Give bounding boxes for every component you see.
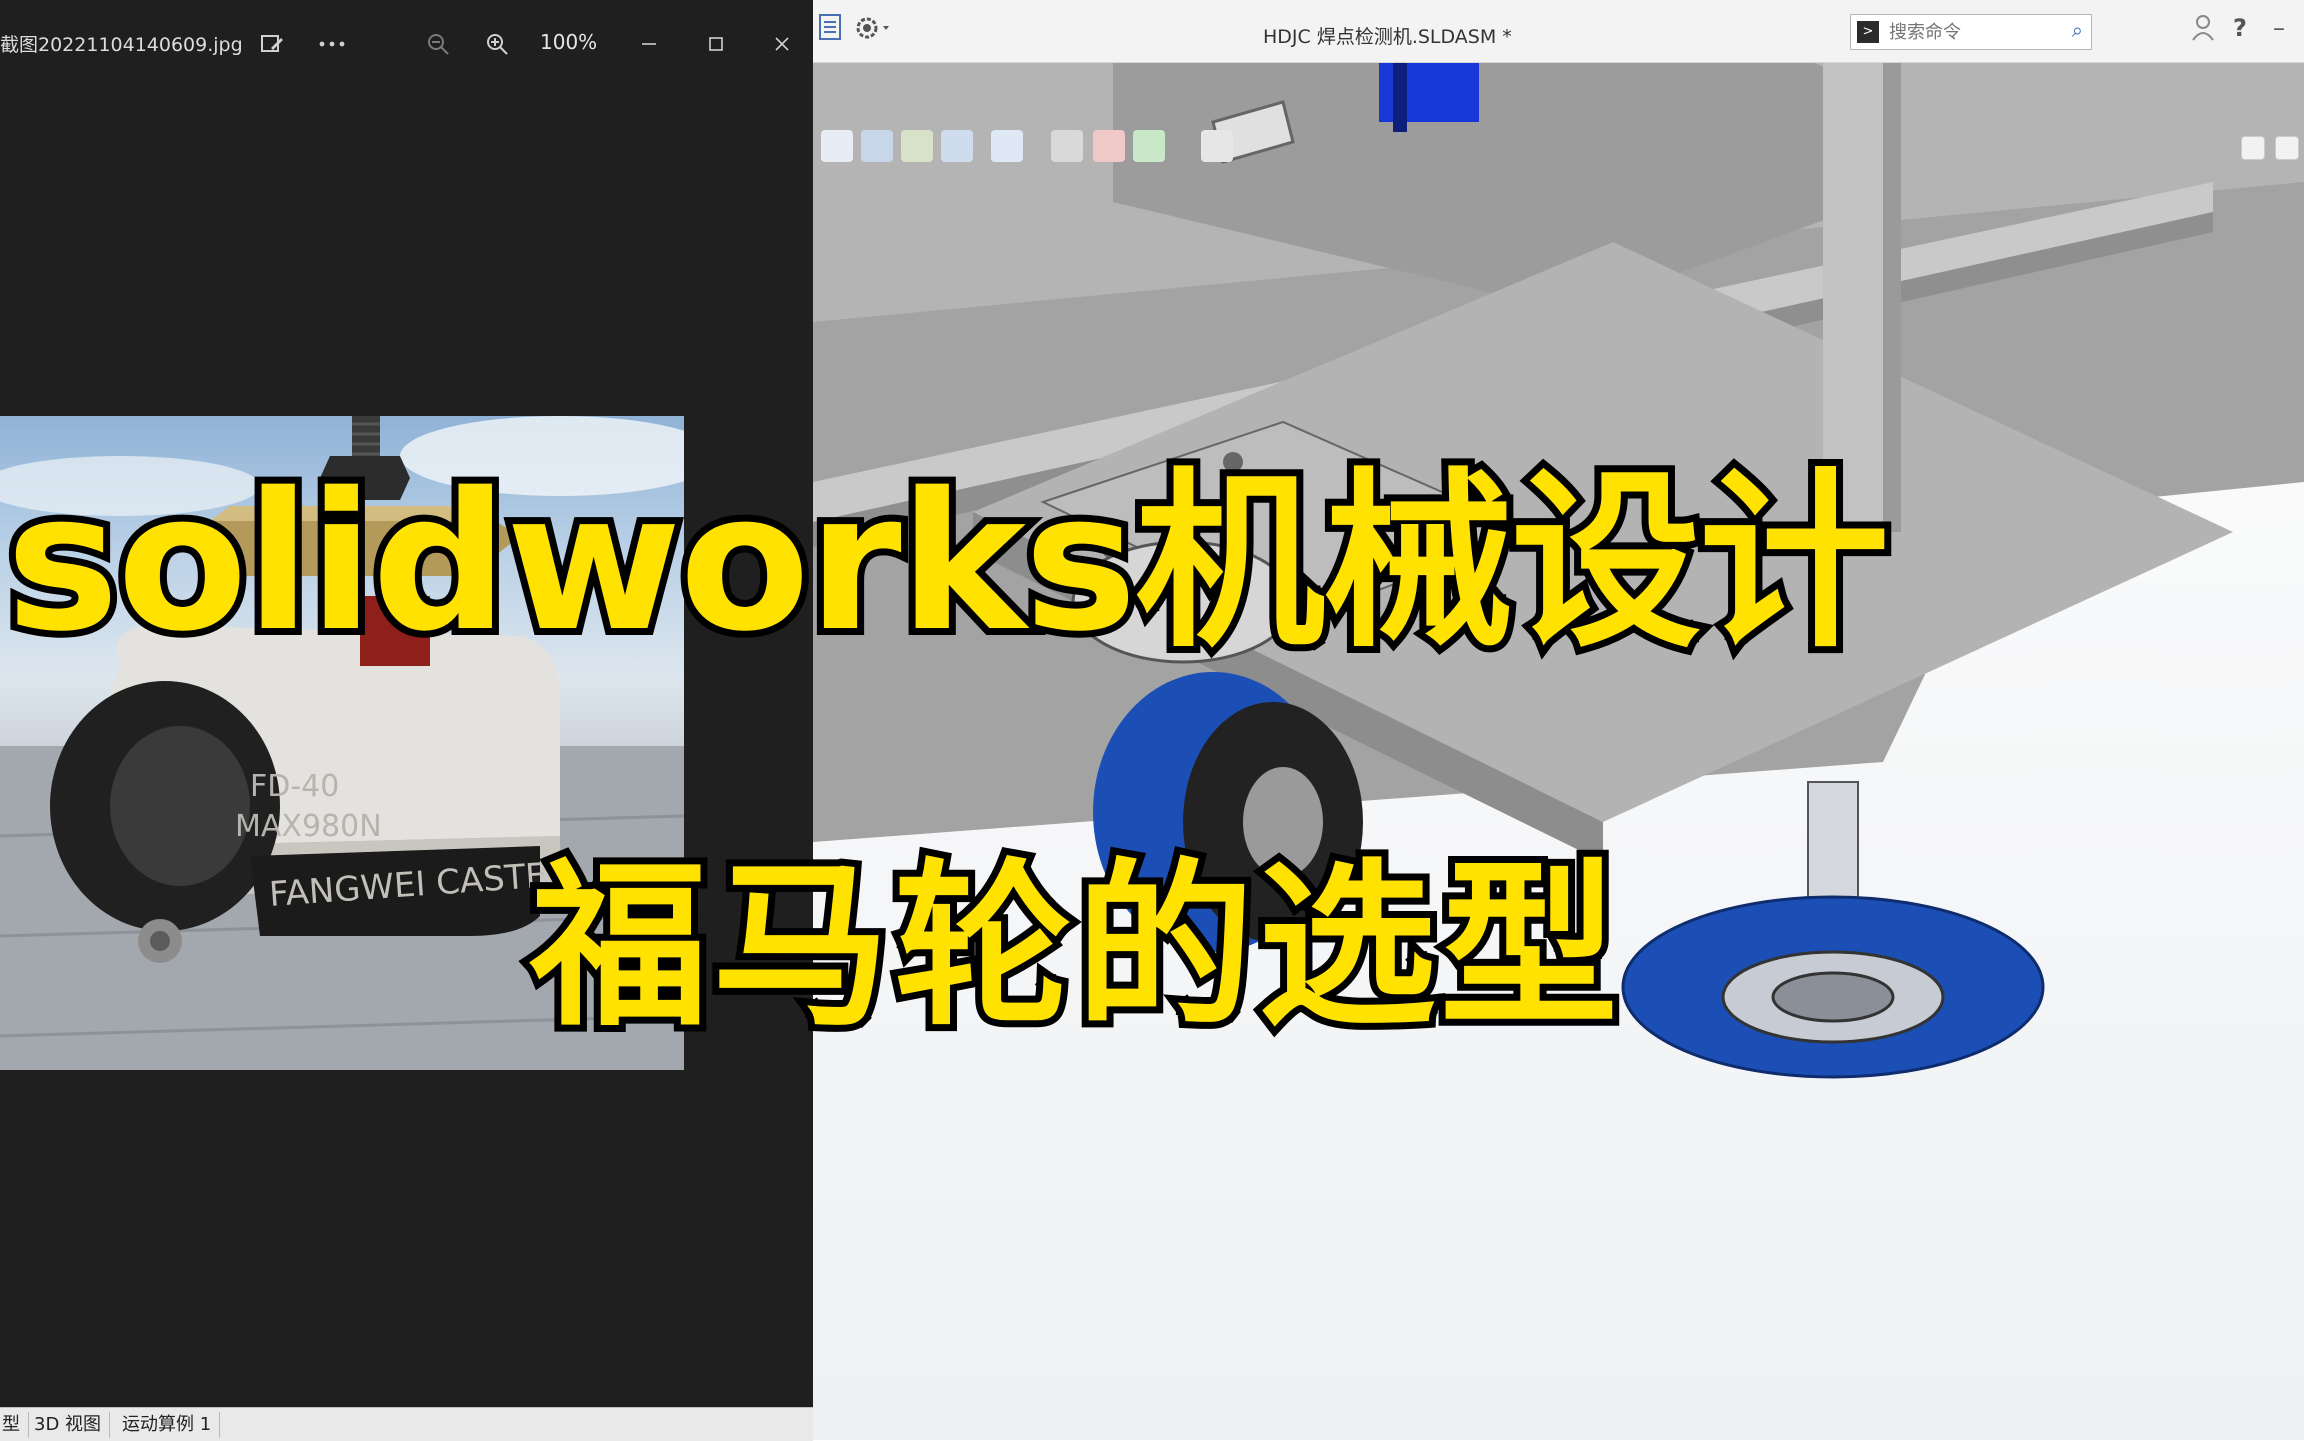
video-title-line2: 福马轮的选型 xyxy=(523,843,1625,1050)
section-view-icon[interactable] xyxy=(861,130,893,162)
cad-titlebar: HDJC 焊点检测机.SLDASM * > ⌕ ? – xyxy=(813,0,2304,63)
caster-model-text: FD-40 xyxy=(250,769,339,804)
close-icon[interactable] xyxy=(760,22,804,66)
gear-icon[interactable] xyxy=(853,14,893,48)
zoom-in-icon[interactable] xyxy=(475,22,519,66)
zoom-level: 100% xyxy=(540,30,598,54)
document-title: HDJC 焊点检测机.SLDASM * xyxy=(1263,26,1512,48)
minimize-icon[interactable] xyxy=(627,22,671,66)
visibility-eye-icon[interactable] xyxy=(1051,130,1083,162)
caster-load-text: MAX980N xyxy=(235,809,382,844)
zoom-out-icon[interactable] xyxy=(416,22,460,66)
photo-viewer-window: 截图20221104140609.jpg 100% FD-40 MAX980N … xyxy=(0,0,813,1407)
render-icon[interactable] xyxy=(1133,130,1165,162)
tab-model[interactable]: 型 xyxy=(0,1412,29,1438)
bottom-tabs: 型 3D 视图 运动算例 1 xyxy=(0,1407,813,1441)
edit-appearance-icon[interactable] xyxy=(991,130,1023,162)
minimize-icon[interactable]: – xyxy=(2273,14,2285,42)
tab-3d-view[interactable]: 3D 视图 xyxy=(26,1412,111,1438)
cad-window: HDJC 焊点检测机.SLDASM * > ⌕ ? – xyxy=(813,0,2304,1440)
command-search[interactable]: > ⌕ xyxy=(1850,14,2092,50)
panel-expand-icon[interactable] xyxy=(2275,136,2299,160)
monitor-icon[interactable] xyxy=(1201,130,1233,162)
view-toolbar xyxy=(813,62,2304,162)
user-icon[interactable] xyxy=(2191,14,2215,48)
hide-show-icon[interactable] xyxy=(941,130,973,162)
feature-tree-icon[interactable] xyxy=(819,14,841,46)
search-input[interactable] xyxy=(1887,19,2051,45)
command-prompt-icon: > xyxy=(1857,21,1879,43)
help-icon[interactable]: ? xyxy=(2233,14,2247,42)
video-title-line1: solidworks机械设计 xyxy=(0,452,1896,673)
3d-viewport[interactable] xyxy=(813,62,2304,1440)
scene-icon[interactable] xyxy=(1093,130,1125,162)
panel-toggle-icon[interactable] xyxy=(2241,136,2265,160)
view-orientation-icon[interactable] xyxy=(821,130,853,162)
edit-image-icon[interactable] xyxy=(250,22,294,66)
more-icon[interactable] xyxy=(310,22,354,66)
search-icon[interactable]: ⌕ xyxy=(2072,18,2083,42)
viewer-filename: 截图20221104140609.jpg xyxy=(0,34,243,56)
viewer-titlebar: 截图20221104140609.jpg 100% xyxy=(0,0,813,88)
display-style-icon[interactable] xyxy=(901,130,933,162)
tab-motion-study[interactable]: 运动算例 1 xyxy=(114,1412,221,1438)
maximize-icon[interactable] xyxy=(694,22,738,66)
